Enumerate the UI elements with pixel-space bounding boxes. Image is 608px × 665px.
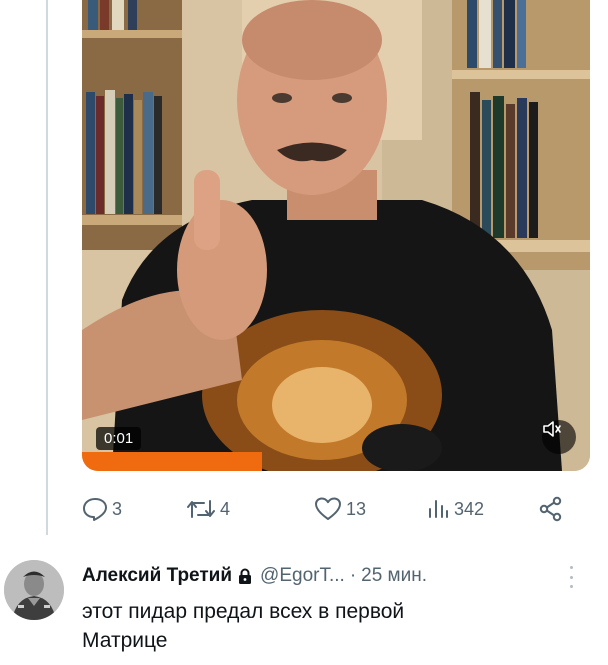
reply-timestamp[interactable]: 25 мин. (361, 565, 427, 587)
like-action[interactable]: 13 (314, 494, 366, 524)
views-icon (429, 500, 448, 518)
author-handle[interactable]: @EgorT... (260, 565, 345, 587)
video-player[interactable]: 0:01 (82, 0, 590, 471)
like-count: 13 (346, 498, 367, 519)
reply-text-line: Матрице (82, 629, 168, 652)
repost-count: 4 (220, 498, 231, 519)
reply-icon (83, 498, 107, 521)
reply-body: этот пидар предал всех в первой Матрице (82, 597, 582, 655)
reply-count: 3 (112, 498, 123, 519)
reply-header: Алексий Третий @EgorT... · 25 мин. (82, 563, 427, 589)
reply-text-line: этот пидар предал всех в первой (82, 600, 405, 623)
author-name[interactable]: Алексий Третий (82, 565, 232, 587)
lock-icon (238, 568, 252, 585)
repost-action[interactable]: 4 (186, 494, 230, 524)
video-frame (82, 0, 590, 471)
views-action[interactable]: 342 (426, 494, 484, 524)
speaker-muted-icon (543, 421, 561, 437)
thread-connector-line (46, 0, 48, 535)
separator-dot: · (349, 565, 357, 586)
views-count: 342 (454, 498, 485, 519)
video-timestamp: 0:01 (96, 427, 142, 450)
more-options-icon[interactable] (568, 566, 574, 588)
tweet-action-bar: 3 4 13 342 (82, 494, 582, 524)
like-icon (315, 497, 341, 520)
avatar[interactable] (4, 560, 64, 620)
repost-icon (187, 500, 215, 518)
mute-button[interactable] (542, 420, 576, 454)
reply-action[interactable]: 3 (82, 494, 122, 524)
avatar-image (4, 560, 64, 620)
share-action[interactable] (538, 494, 564, 524)
share-icon (539, 496, 562, 522)
